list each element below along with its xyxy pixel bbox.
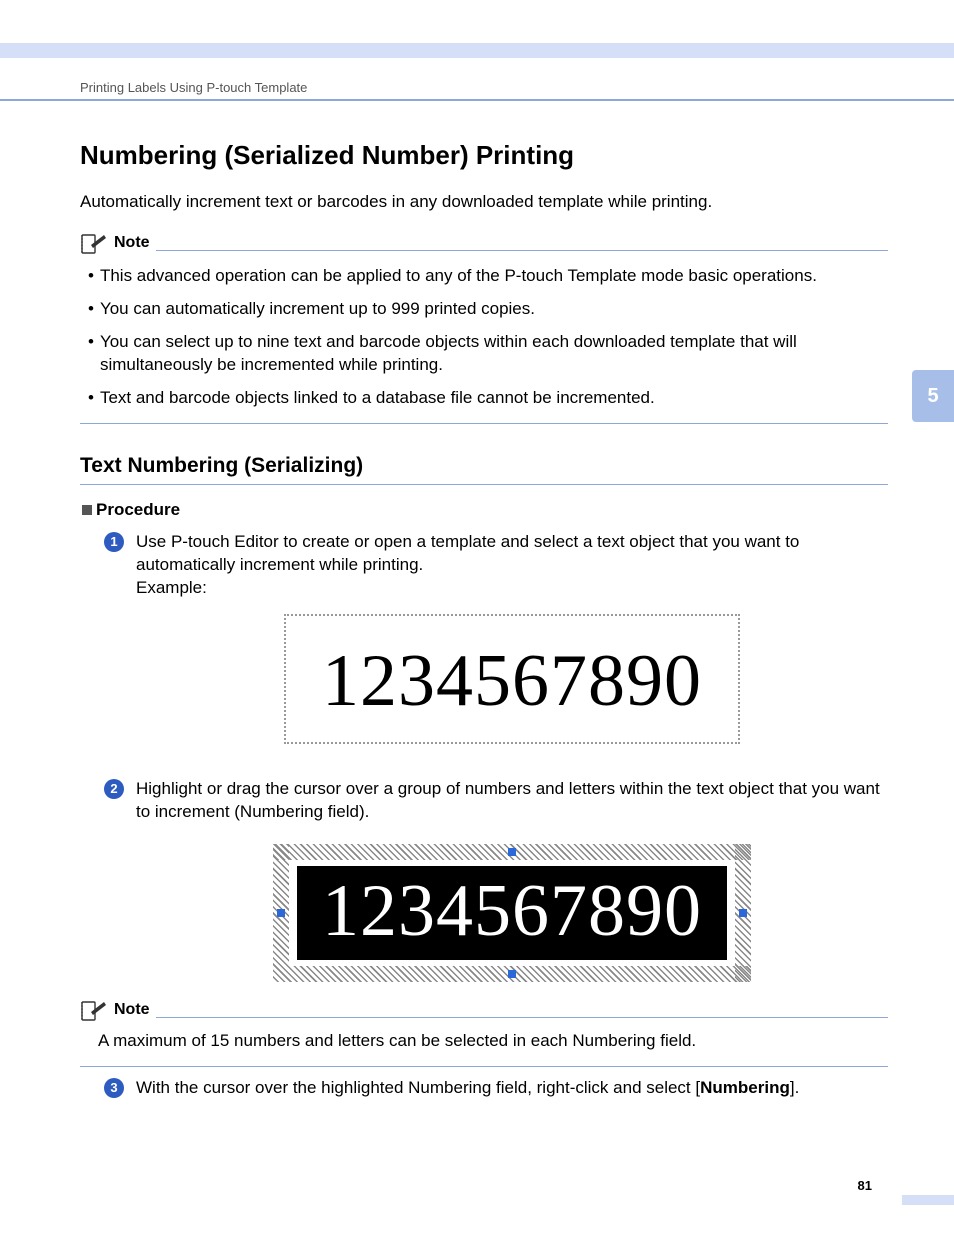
note-item: You can select up to nine text and barco…: [88, 331, 888, 377]
page-number: 81: [858, 1178, 872, 1195]
procedure-heading: Procedure: [82, 499, 888, 521]
breadcrumb: Printing Labels Using P-touch Template: [80, 80, 888, 97]
intro-text: Automatically increment text or barcodes…: [80, 191, 888, 213]
resize-handle-icon: [508, 848, 516, 856]
example-label: Example:: [136, 578, 207, 597]
content-area: Printing Labels Using P-touch Template N…: [80, 80, 888, 1114]
example-value: 1234567890: [298, 644, 726, 718]
note-header: Note: [80, 233, 888, 255]
step-3: 3 With the cursor over the highlighted N…: [104, 1077, 888, 1100]
example-box: 1234567890: [284, 614, 740, 744]
section-title: Text Numbering (Serializing): [80, 452, 888, 484]
note-label: Note: [114, 233, 150, 255]
note-header: Note: [80, 1000, 888, 1022]
square-bullet-icon: [82, 505, 92, 515]
step-number-badge: 2: [104, 779, 124, 799]
note-list-1: This advanced operation can be applied t…: [88, 265, 888, 410]
note-icon: [80, 233, 108, 255]
procedure-label: Procedure: [96, 499, 180, 521]
note-icon: [80, 1000, 108, 1022]
step-text-pre: With the cursor over the highlighted Num…: [136, 1078, 700, 1097]
step-text: Highlight or drag the cursor over a grou…: [136, 779, 880, 821]
note-label: Note: [114, 1000, 150, 1022]
step-2: 2 Highlight or drag the cursor over a gr…: [104, 778, 888, 986]
note-body: A maximum of 15 numbers and letters can …: [98, 1030, 888, 1052]
step-body: With the cursor over the highlighted Num…: [136, 1077, 888, 1100]
note-block-1: Note This advanced operation can be appl…: [80, 233, 888, 425]
note-rule: [156, 1017, 888, 1018]
step-number-badge: 1: [104, 532, 124, 552]
highlighted-field: 1234567890: [297, 866, 727, 960]
page-title: Numbering (Serialized Number) Printing: [80, 139, 888, 173]
page: 5 Printing Labels Using P-touch Template…: [0, 0, 954, 1235]
note-end-rule: [80, 423, 888, 424]
resize-handle-icon: [508, 970, 516, 978]
note-end-rule: [80, 1066, 888, 1067]
note-item: Text and barcode objects linked to a dat…: [88, 387, 888, 410]
footer-stripe: [902, 1195, 954, 1205]
selected-box: 1234567890: [273, 844, 751, 982]
resize-handle-icon: [277, 909, 285, 917]
step-body: Use P-touch Editor to create or open a t…: [136, 531, 888, 764]
note-block-2: Note A maximum of 15 numbers and letters…: [80, 1000, 888, 1067]
resize-handle-icon: [739, 909, 747, 917]
step-1: 1 Use P-touch Editor to create or open a…: [104, 531, 888, 764]
top-band: [0, 43, 954, 58]
highlighted-value: 1234567890: [301, 874, 723, 948]
note-rule: [156, 250, 888, 251]
step-body: Highlight or drag the cursor over a grou…: [136, 778, 888, 986]
chapter-tab: 5: [912, 370, 954, 422]
step-text-post: ].: [790, 1078, 799, 1097]
step-number-badge: 3: [104, 1078, 124, 1098]
step-text: Use P-touch Editor to create or open a t…: [136, 532, 799, 574]
note-item: This advanced operation can be applied t…: [88, 265, 888, 288]
step-text-bold: Numbering: [700, 1078, 790, 1097]
note-item: You can automatically increment up to 99…: [88, 298, 888, 321]
